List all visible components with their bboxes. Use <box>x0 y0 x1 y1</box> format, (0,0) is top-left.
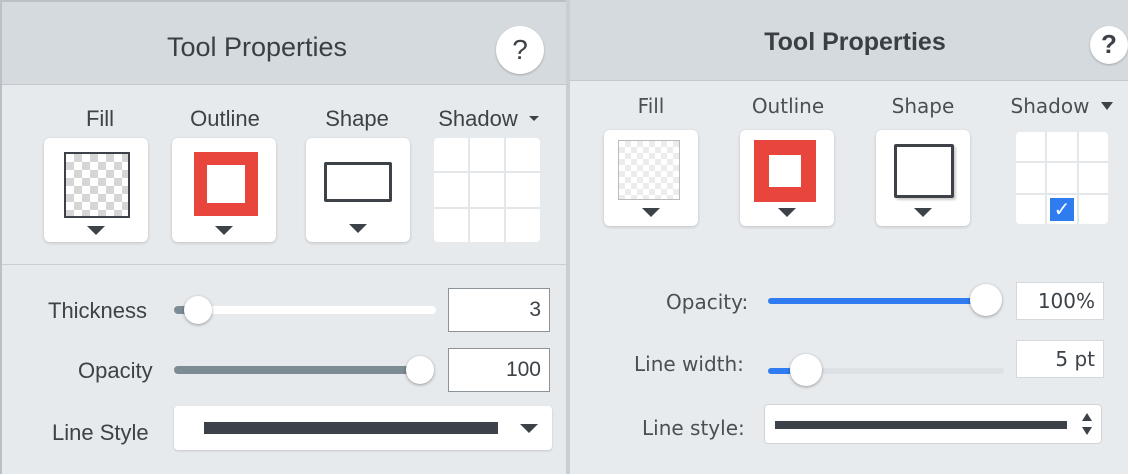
caret-down-icon <box>215 226 233 235</box>
rectangle-icon <box>324 162 392 202</box>
line-width-label: Line width: <box>634 352 744 376</box>
shadow-caret-icon[interactable] <box>1101 102 1113 110</box>
checkmark-icon: ✓ <box>1050 197 1074 221</box>
opacity-input[interactable]: 100 <box>448 348 550 392</box>
stepper-icon <box>1081 411 1093 439</box>
panel-header: Tool Properties ? <box>2 2 566 85</box>
caret-down-icon <box>87 226 105 235</box>
line-style-label: Line style: <box>642 416 745 440</box>
outline-label: Outline <box>190 106 260 131</box>
fill-label: Fill <box>85 106 115 131</box>
shape-button[interactable] <box>306 138 410 242</box>
opacity-slider-fill <box>768 298 988 304</box>
caret-down-icon <box>349 224 367 233</box>
thickness-label: Thickness <box>48 298 148 323</box>
line-width-input[interactable]: 5 pt <box>1016 340 1104 378</box>
shadow-label[interactable]: Shadow <box>1002 94 1098 118</box>
caret-down-icon <box>520 424 538 433</box>
fill-label: Fill <box>637 94 665 118</box>
solid-line-icon <box>775 421 1067 429</box>
help-button[interactable]: ? <box>496 26 544 74</box>
outline-button[interactable] <box>740 130 834 226</box>
shadow-bottom-center-cell[interactable]: ✓ <box>1047 194 1077 224</box>
outline-button[interactable] <box>172 138 276 242</box>
fill-button[interactable] <box>604 130 698 226</box>
opacity-slider-knob[interactable] <box>970 284 1002 316</box>
caret-down-icon <box>642 208 660 217</box>
help-button[interactable]: ? <box>1090 26 1128 64</box>
checkerboard-icon <box>618 140 680 200</box>
shape-label: Shape <box>891 94 955 118</box>
line-style-dropdown[interactable] <box>174 406 552 450</box>
thickness-input[interactable]: 3 <box>448 288 550 332</box>
opacity-slider-knob[interactable] <box>406 356 434 384</box>
panel-title: Tool Properties <box>764 28 946 56</box>
tool-properties-panel-right: Tool Properties ? Fill Outline Shape Sha… <box>570 0 1128 474</box>
shape-label: Shape <box>325 106 389 131</box>
panel-header: Tool Properties ? <box>570 0 1128 81</box>
shape-button[interactable] <box>876 130 970 226</box>
outline-swatch-icon <box>194 152 258 216</box>
line-style-select[interactable] <box>764 404 1102 444</box>
shadow-grid-icon[interactable]: ✓ <box>1016 132 1108 224</box>
line-style-label: Line Style <box>52 420 149 445</box>
caret-down-icon <box>914 208 932 217</box>
section-divider <box>2 264 568 265</box>
shadow-grid-icon[interactable] <box>434 138 540 242</box>
opacity-label: Opacity <box>78 358 153 383</box>
outline-swatch-icon <box>754 140 816 202</box>
thickness-slider-knob[interactable] <box>184 296 212 324</box>
shadow-caret-icon[interactable] <box>529 116 539 121</box>
thickness-slider-track[interactable] <box>174 306 436 314</box>
help-icon: ? <box>1101 29 1117 59</box>
opacity-input[interactable]: 100% <box>1016 282 1104 320</box>
line-width-slider-fill <box>768 368 792 374</box>
panel-title: Tool Properties <box>166 32 348 62</box>
caret-down-icon <box>778 208 796 217</box>
checkerboard-icon <box>64 152 130 218</box>
outline-label: Outline <box>751 94 825 118</box>
shadow-label[interactable]: Shadow <box>428 106 528 132</box>
line-width-slider-knob[interactable] <box>790 354 822 386</box>
opacity-label: Opacity: <box>666 290 749 314</box>
tool-properties-panel-left: Tool Properties ? Fill Outline Shape Sha… <box>0 0 568 474</box>
opacity-slider-fill <box>174 366 426 374</box>
fill-button[interactable] <box>44 138 148 242</box>
help-icon: ? <box>512 34 528 65</box>
rectangle-icon <box>894 144 954 198</box>
solid-line-icon <box>204 422 498 434</box>
